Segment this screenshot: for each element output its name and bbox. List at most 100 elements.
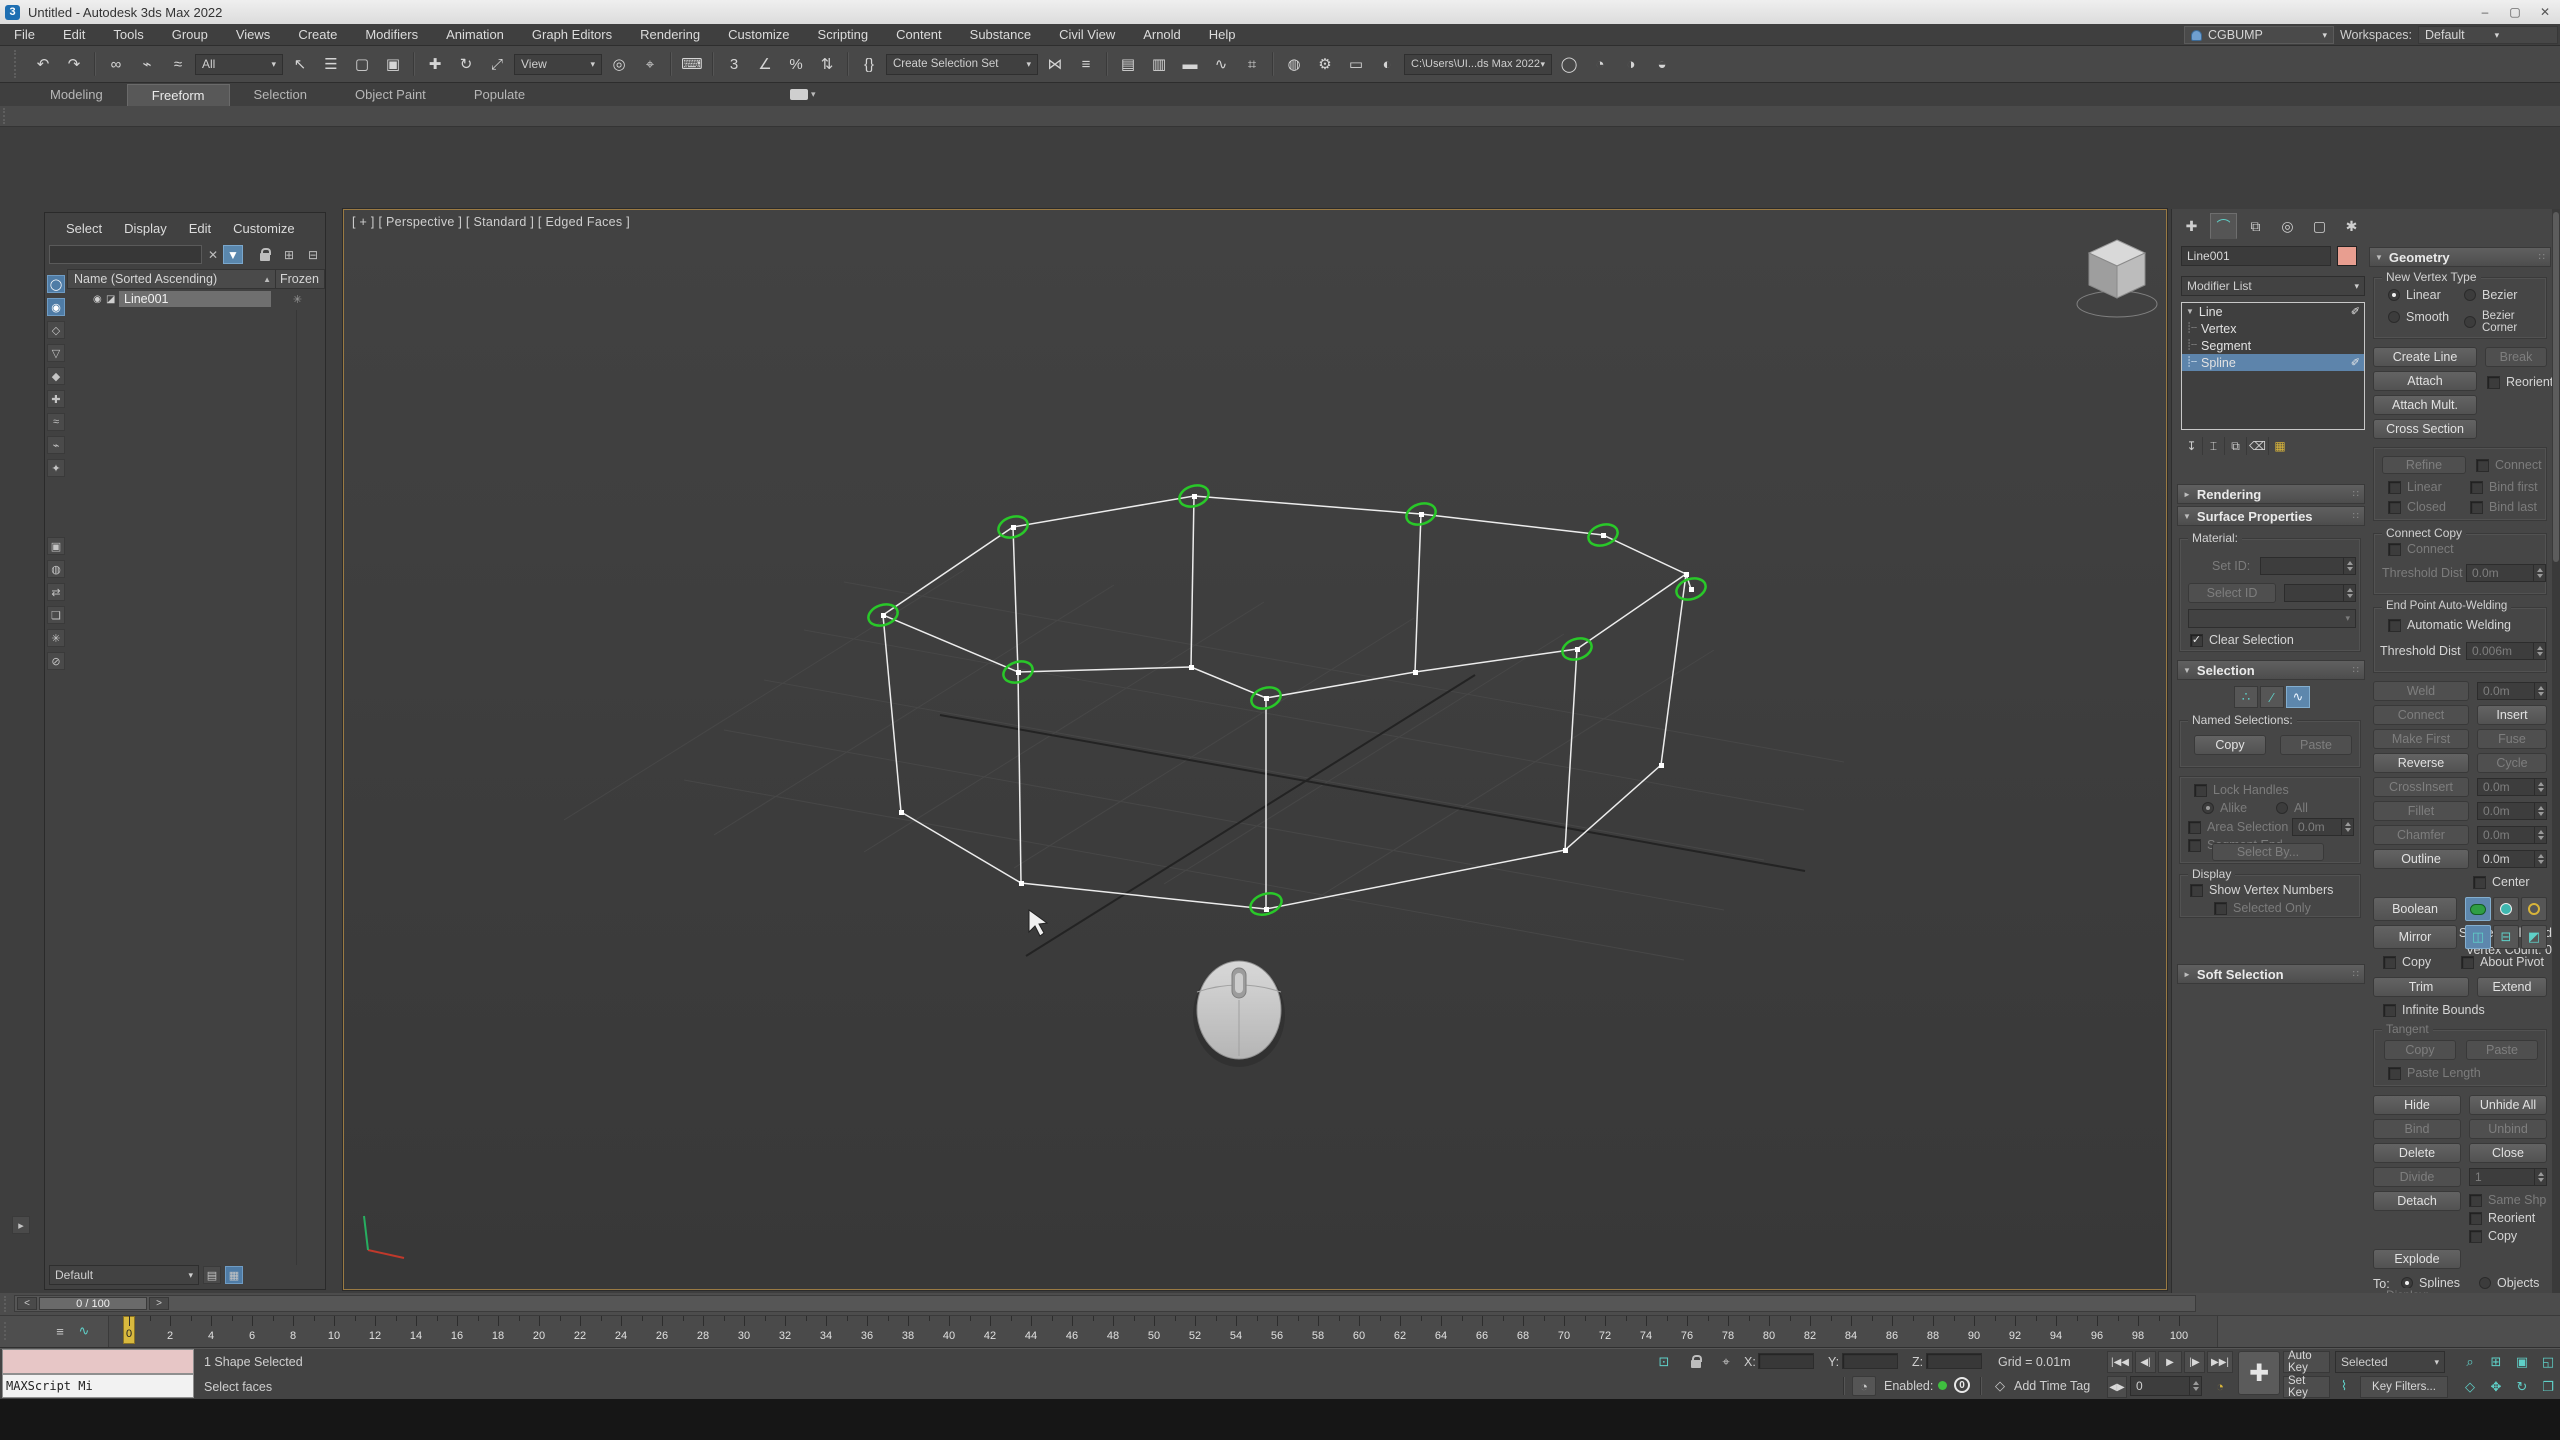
spline-subobject-button[interactable]: ∿ (2286, 686, 2310, 708)
mini-curve-editor-icon[interactable]: ≡ (48, 1321, 72, 1341)
schematic-view-icon[interactable]: ⌗ (1238, 50, 1266, 78)
material-editor-icon[interactable]: ◍ (1280, 50, 1308, 78)
attach-button[interactable]: Attach (2373, 371, 2477, 391)
toolbar-grip[interactable] (14, 50, 20, 78)
menu-item[interactable]: Content (882, 27, 956, 42)
hide-button[interactable]: Hide (2373, 1095, 2461, 1115)
panel-scrollbar[interactable] (2552, 209, 2560, 1293)
utilities-tab[interactable]: ✱ (2338, 213, 2365, 239)
filter-lights-icon[interactable]: ▽ (47, 344, 65, 362)
ribbon-overflow-button[interactable]: ▾ (790, 86, 824, 102)
closed-checkbox[interactable] (2388, 501, 2401, 514)
angle-snap-icon[interactable]: ∠ (751, 50, 779, 78)
absolute-offset-icon[interactable]: ⌖ (1714, 1352, 1738, 1372)
stack-item-spline[interactable]: ┊┄Spline✐ (2182, 354, 2364, 371)
separator[interactable] (413, 52, 415, 76)
modifier-list-dropdown[interactable]: Modifier List▾ (2181, 276, 2365, 296)
current-frame-spinner[interactable]: 0 (2130, 1376, 2202, 1396)
pan-hand-icon[interactable]: ✥ (2484, 1376, 2508, 1398)
selected-only-checkbox[interactable] (2214, 902, 2227, 915)
connect-copy-threshold-spinner[interactable]: 0.0m (2466, 564, 2546, 582)
surface-properties-rollout-header[interactable]: ▼Surface Properties∷ (2177, 506, 2365, 526)
motion-tab[interactable]: ◎ (2274, 213, 2301, 239)
selection-filter-dropdown[interactable]: All▾ (195, 54, 283, 75)
delete-button[interactable]: Delete (2373, 1143, 2461, 1163)
rendered-frame-icon[interactable]: ▭ (1342, 50, 1370, 78)
orbit-icon[interactable]: ↻ (2510, 1376, 2534, 1398)
spline-wireframe[interactable] (883, 496, 1691, 909)
explorer-search-input[interactable] (49, 245, 202, 264)
explode-to-objects-radio[interactable] (2479, 1277, 2491, 1289)
close-button[interactable]: ✕ (2530, 0, 2560, 24)
center-checkbox[interactable] (2473, 876, 2486, 889)
area-selection-spinner[interactable]: 0.0m (2292, 818, 2354, 836)
workspace-dropdown[interactable]: Default ▾ (2418, 26, 2558, 44)
menu-item[interactable]: Create (284, 27, 351, 42)
slider-grip[interactable] (4, 1296, 9, 1312)
refine-button[interactable]: Refine (2382, 456, 2466, 474)
remove-modifier-icon[interactable]: ⌫ (2247, 437, 2269, 455)
extend-button[interactable]: Extend (2477, 977, 2547, 997)
bind-spacewarp-icon[interactable]: ≈ (164, 50, 192, 78)
connect-copy-checkbox[interactable] (2388, 543, 2401, 556)
mouse-object[interactable] (1193, 961, 1285, 1067)
menu-item[interactable]: Help (1195, 27, 1250, 42)
auto-key-button[interactable]: Auto Key (2283, 1351, 2330, 1373)
mirror-copy-checkbox[interactable] (2383, 956, 2396, 969)
about-pivot-checkbox[interactable] (2461, 956, 2474, 969)
explorer-list-view-button[interactable]: ▤ (203, 1266, 221, 1284)
render-setup-icon[interactable]: ⚙ (1311, 50, 1339, 78)
clear-selection-checkbox[interactable]: ✓ (2190, 634, 2203, 647)
explorer-menu-item[interactable]: Customize (222, 221, 305, 236)
minimize-button[interactable]: – (2470, 0, 2500, 24)
time-slider-track[interactable]: < 0 / 100 > (14, 1295, 2196, 1312)
go-to-start-button[interactable]: |◀◀ (2107, 1351, 2133, 1373)
create-line-button[interactable]: Create Line (2373, 347, 2477, 367)
explode-button[interactable]: Explode (2373, 1249, 2461, 1269)
select-id-spinner[interactable] (2284, 584, 2356, 602)
bezier-corner-radio[interactable] (2464, 316, 2476, 328)
explorer-column-headers[interactable]: Name (Sorted Ascending) ▲ Frozen (67, 269, 325, 289)
set-key-button[interactable]: Set Key (2283, 1376, 2330, 1398)
timeline-ruler[interactable]: 0246810121416182022242628303234363840424… (108, 1316, 2218, 1347)
fuse-button[interactable]: Fuse (2477, 729, 2547, 749)
layer-explorer-toggle-icon[interactable]: ▥ (1145, 50, 1173, 78)
zoom-icon[interactable]: ⌕ (2458, 1351, 2482, 1373)
frozen-toggle-icon[interactable]: ✳ (271, 293, 324, 306)
fillet-spinner[interactable]: 0.0m (2477, 802, 2547, 820)
stack-item-line[interactable]: ▼Line✐ (2182, 303, 2364, 320)
outline-button[interactable]: Outline (2373, 849, 2469, 869)
crossinsert-button[interactable]: CrossInsert (2373, 777, 2469, 797)
filter-all-icon[interactable]: ◯ (47, 275, 65, 293)
key-filters-button[interactable]: Key Filters... (2360, 1376, 2448, 1398)
object-color-swatch[interactable] (2337, 246, 2357, 266)
track-curve-icon[interactable]: ∿ (72, 1321, 96, 1341)
unbind-button[interactable]: Unbind (2469, 1119, 2547, 1139)
tangent-copy-button[interactable]: Copy (2384, 1040, 2456, 1060)
menu-item[interactable]: Tools (99, 27, 157, 42)
mirror-both-icon[interactable]: ◩ (2521, 925, 2547, 949)
show-vertex-numbers-checkbox[interactable] (2190, 884, 2203, 897)
filter-layers-icon[interactable]: ❏ (47, 606, 65, 624)
use-pivot-center-icon[interactable]: ◎ (605, 50, 633, 78)
window-crossing-icon[interactable]: ▣ (379, 50, 407, 78)
bind-first-checkbox[interactable] (2470, 481, 2483, 494)
cross-section-button[interactable]: Cross Section (2373, 419, 2477, 439)
reorient-checkbox[interactable] (2487, 376, 2500, 389)
separator[interactable] (94, 52, 96, 76)
boolean-union-icon[interactable] (2465, 897, 2491, 921)
filter-geometry-icon[interactable]: ◉ (47, 298, 65, 316)
align-icon[interactable]: ≡ (1072, 50, 1100, 78)
close-spline-button[interactable]: Close (2469, 1143, 2547, 1163)
rect-region-icon[interactable]: ▢ (348, 50, 376, 78)
hierarchy-tab[interactable]: ⧉ (2242, 213, 2269, 239)
ribbon-grip[interactable] (3, 108, 8, 124)
isolate-selection-icon[interactable]: ⊡ (1652, 1352, 1676, 1372)
stack-item-segment[interactable]: ┊┄Segment (2182, 337, 2364, 354)
y-coordinate-field[interactable] (1842, 1353, 1898, 1369)
explorer-menu-item[interactable]: Edit (178, 221, 222, 236)
viewport-canvas[interactable] (344, 210, 2166, 1289)
reverse-button[interactable]: Reverse (2373, 753, 2469, 773)
paste-length-checkbox[interactable] (2388, 1067, 2401, 1080)
render-iterative-icon[interactable]: ◔ (1586, 50, 1614, 78)
